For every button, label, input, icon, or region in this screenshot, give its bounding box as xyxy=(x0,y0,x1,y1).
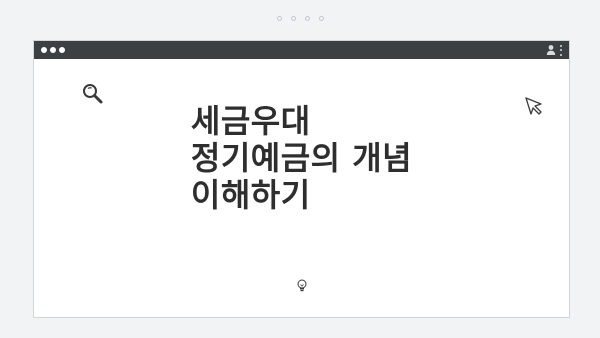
headline-line: 세금우대 xyxy=(190,102,311,140)
window-control-dot[interactable] xyxy=(41,47,47,53)
dot xyxy=(318,15,324,21)
headline-line: 이해하기 xyxy=(190,176,311,214)
headline-text: 세금우대 정기예금의 개념 이해하기 xyxy=(191,103,412,214)
dot xyxy=(290,15,296,21)
dot xyxy=(304,15,310,21)
kebab-menu-icon[interactable] xyxy=(560,44,563,56)
avatar-icon[interactable] xyxy=(546,44,556,56)
lightbulb-icon xyxy=(297,279,307,292)
window-titlebar xyxy=(34,41,569,59)
browser-window: 세금우대 정기예금의 개념 이해하기 xyxy=(33,40,570,318)
dot xyxy=(276,15,282,21)
window-control-dot[interactable] xyxy=(59,47,65,53)
decorative-dots xyxy=(0,0,600,28)
headline: 세금우대 정기예금의 개념 이해하기 xyxy=(34,103,569,214)
headline-line: 정기예금의 개념 xyxy=(190,139,413,177)
window-controls xyxy=(41,47,65,53)
window-control-dot[interactable] xyxy=(50,47,56,53)
titlebar-actions xyxy=(546,44,563,56)
